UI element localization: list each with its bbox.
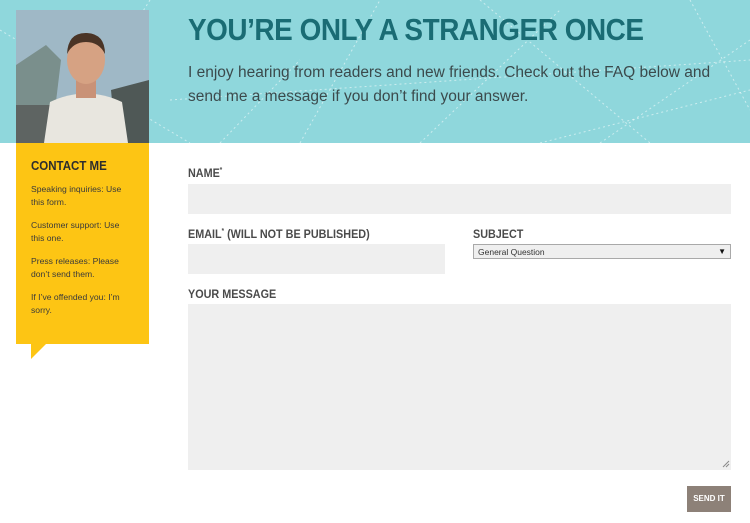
email-note: (WILL NOT BE PUBLISHED) <box>224 227 370 241</box>
dropdown-arrow-icon: ▼ <box>718 247 726 256</box>
sidebar-item-offended: If I’ve offended you: I’m sorry. <box>31 292 120 315</box>
subject-select[interactable]: General Question ▼ <box>473 244 731 259</box>
sidebar-title: CONTACT ME <box>31 159 107 173</box>
contact-sidebar: CONTACT ME Speaking inquiries: Use this … <box>16 143 149 359</box>
author-photo <box>16 10 149 143</box>
page-title: YOU’RE ONLY A STRANGER ONCE <box>188 12 644 47</box>
message-textarea[interactable] <box>188 304 731 470</box>
email-field[interactable] <box>188 244 445 274</box>
email-label-text: EMAIL <box>188 227 222 241</box>
intro-text: I enjoy hearing from readers and new fri… <box>188 64 711 105</box>
sidebar-item-support: Customer support: Use this one. <box>31 220 120 243</box>
subject-selected-value: General Question <box>478 247 545 257</box>
email-label: EMAIL* (WILL NOT BE PUBLISHED) <box>188 227 370 241</box>
sidebar-item-press: Press releases: Please don’t send them. <box>31 256 119 279</box>
resize-handle-icon[interactable] <box>722 460 730 468</box>
send-button[interactable]: SEND IT <box>687 486 731 512</box>
sidebar-item-speaking: Speaking inquiries: Use this form. <box>31 184 122 207</box>
name-required-mark: * <box>219 167 223 174</box>
name-field[interactable] <box>188 184 731 214</box>
name-label: NAME* <box>188 166 222 180</box>
name-label-text: NAME <box>188 166 220 180</box>
subject-label: SUBJECT <box>473 227 524 241</box>
message-label: YOUR MESSAGE <box>188 287 277 301</box>
